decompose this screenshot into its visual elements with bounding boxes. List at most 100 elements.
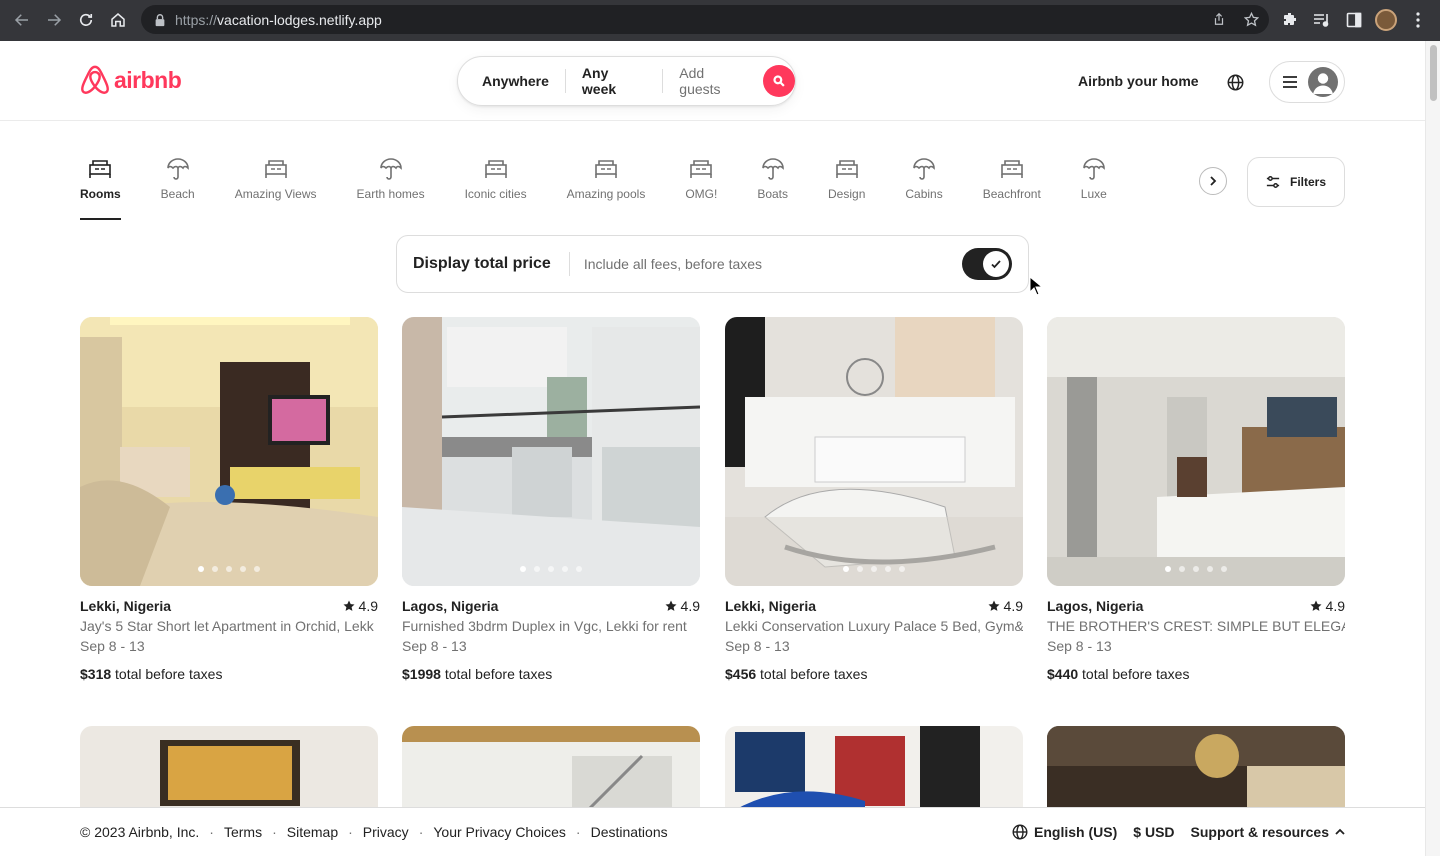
search-button[interactable]: [763, 65, 796, 97]
support-resources-button[interactable]: Support & resources: [1191, 824, 1345, 840]
listing-photo[interactable]: [80, 317, 378, 586]
omg-icon: [690, 160, 713, 178]
price-amount: $456: [725, 666, 757, 682]
listing-photo[interactable]: [725, 317, 1023, 586]
airbnb-your-home-link[interactable]: Airbnb your home: [1066, 69, 1211, 93]
category-label: Beach: [160, 187, 195, 201]
search-any-week[interactable]: Any week: [566, 65, 662, 97]
back-icon[interactable]: [6, 4, 38, 36]
side-panel-icon[interactable]: [1340, 6, 1368, 34]
listing-card[interactable]: [402, 726, 700, 816]
listing-photo[interactable]: [1047, 726, 1345, 816]
listing-photo[interactable]: [1047, 317, 1345, 586]
listing-photo[interactable]: [402, 726, 700, 816]
listing-card[interactable]: [1047, 726, 1345, 816]
listing-photo[interactable]: [725, 726, 1023, 816]
footer-separator: ·: [418, 824, 424, 840]
footer-link-sitemap[interactable]: Sitemap: [287, 824, 338, 840]
category-bar: Rooms Beach Amazing Views Earth homes Ic…: [80, 156, 1147, 220]
language-selector[interactable]: English (US): [1012, 824, 1117, 840]
media-queue-icon[interactable]: [1308, 6, 1336, 34]
listing-photo[interactable]: [402, 317, 700, 586]
listing-card[interactable]: Lagos, Nigeria 4.9 THE BROTHER'S CREST: …: [1047, 317, 1345, 684]
listing-card[interactable]: [725, 726, 1023, 816]
category-amazing-views[interactable]: Amazing Views: [235, 156, 317, 220]
price-suffix: total before taxes: [115, 666, 223, 682]
photo-carousel-dots[interactable]: [1047, 566, 1345, 572]
category-label: Rooms: [80, 187, 121, 201]
category-amazing-pools[interactable]: Amazing pools: [567, 156, 645, 220]
listing-card[interactable]: Lekki, Nigeria 4.9 Jay's 5 Star Short le…: [80, 317, 378, 684]
rooms-icon: [89, 160, 112, 178]
star-icon: [665, 600, 677, 611]
footer-link-destinations[interactable]: Destinations: [591, 824, 668, 840]
photo-carousel-dots[interactable]: [402, 566, 700, 572]
category-beachfront[interactable]: Beachfront: [983, 156, 1041, 220]
more-options-icon[interactable]: [1404, 6, 1432, 34]
category-earth-homes[interactable]: Earth homes: [357, 156, 425, 220]
category-label: Beachfront: [982, 187, 1041, 201]
category-boats[interactable]: Boats: [757, 156, 788, 220]
scrollbar-thumb[interactable]: [1430, 45, 1437, 101]
chevron-right-icon: [1210, 176, 1217, 186]
category-next-button[interactable]: [1199, 167, 1227, 195]
amazing-pools-icon: [595, 160, 617, 178]
listing-location: Lagos, Nigeria: [402, 598, 499, 614]
search-anywhere[interactable]: Anywhere: [458, 73, 565, 89]
forward-icon[interactable]: [38, 4, 70, 36]
amazing-views-icon: [264, 160, 287, 178]
category-luxe[interactable]: Luxe: [1081, 156, 1107, 220]
photo-carousel-dots[interactable]: [80, 566, 378, 572]
filters-label: Filters: [1289, 175, 1326, 189]
category-label: Iconic cities: [464, 187, 527, 201]
bookmark-star-icon[interactable]: [1241, 9, 1261, 29]
listing-rating: 4.9: [665, 596, 700, 616]
listing-card[interactable]: [80, 726, 378, 816]
url-host: vacation-lodges.netlify.app: [217, 11, 382, 28]
reload-icon[interactable]: [70, 4, 102, 36]
total-price-title: Display total price: [413, 255, 551, 272]
listing-card[interactable]: Lekki, Nigeria 4.9 Lekki Conservation Lu…: [725, 317, 1023, 684]
total-price-toggle[interactable]: [962, 248, 1012, 280]
listing-card[interactable]: Lagos, Nigeria 4.9 Furnished 3bdrm Duple…: [402, 317, 700, 684]
page-scrollbar[interactable]: [1425, 41, 1440, 856]
price-amount: $440: [1047, 666, 1079, 682]
category-design[interactable]: Design: [828, 156, 865, 220]
airbnb-logo[interactable]: airbnb: [80, 64, 182, 96]
category-rooms[interactable]: Rooms: [80, 156, 121, 220]
extensions-icon[interactable]: [1276, 6, 1304, 34]
category-omg[interactable]: OMG!: [685, 156, 717, 220]
search-bar[interactable]: Anywhere Any week Add guests: [457, 56, 796, 106]
category-iconic-cities[interactable]: Iconic cities: [465, 156, 527, 220]
photo-carousel-dots[interactable]: [725, 566, 1023, 572]
profile-avatar[interactable]: [1372, 6, 1400, 34]
search-add-guests[interactable]: Add guests: [663, 65, 759, 97]
globe-icon[interactable]: [1222, 69, 1248, 95]
footer-link-privacy-choices[interactable]: Your Privacy Choices: [433, 824, 566, 840]
category-beach[interactable]: Beach: [161, 156, 195, 220]
address-bar[interactable]: https://vacation-lodges.netlify.app: [141, 5, 1269, 34]
price-suffix: total before taxes: [1082, 666, 1190, 682]
site-header: airbnb Anywhere Any week Add guests Airb…: [0, 41, 1425, 121]
home-icon[interactable]: [102, 4, 134, 36]
rating-value: 4.9: [1325, 598, 1345, 614]
airbnb-belo-icon: [81, 65, 109, 94]
currency-selector[interactable]: $ USD: [1133, 824, 1174, 840]
luxe-icon: [1082, 158, 1105, 180]
checkmark-icon: [991, 260, 1001, 269]
footer-link-privacy[interactable]: Privacy: [363, 824, 409, 840]
search-icon: [773, 75, 785, 87]
listing-dates: Sep 8 - 13: [1047, 638, 1112, 654]
listing-location: Lekki, Nigeria: [725, 598, 817, 614]
listing-photo[interactable]: [80, 726, 378, 816]
footer-separator: ·: [272, 824, 277, 840]
listing-location: Lekki, Nigeria: [80, 598, 172, 614]
filters-button[interactable]: Filters: [1247, 157, 1345, 207]
display-total-price-bar: Display total price Include all fees, be…: [396, 235, 1029, 293]
listing-price: $318 total before taxes: [80, 664, 378, 684]
footer-link-terms[interactable]: Terms: [224, 824, 262, 840]
user-menu-button[interactable]: [1269, 61, 1345, 103]
category-cabins[interactable]: Cabins: [905, 156, 943, 220]
share-icon[interactable]: [1209, 9, 1229, 29]
browser-toolbar: https://vacation-lodges.netlify.app: [0, 0, 1440, 41]
